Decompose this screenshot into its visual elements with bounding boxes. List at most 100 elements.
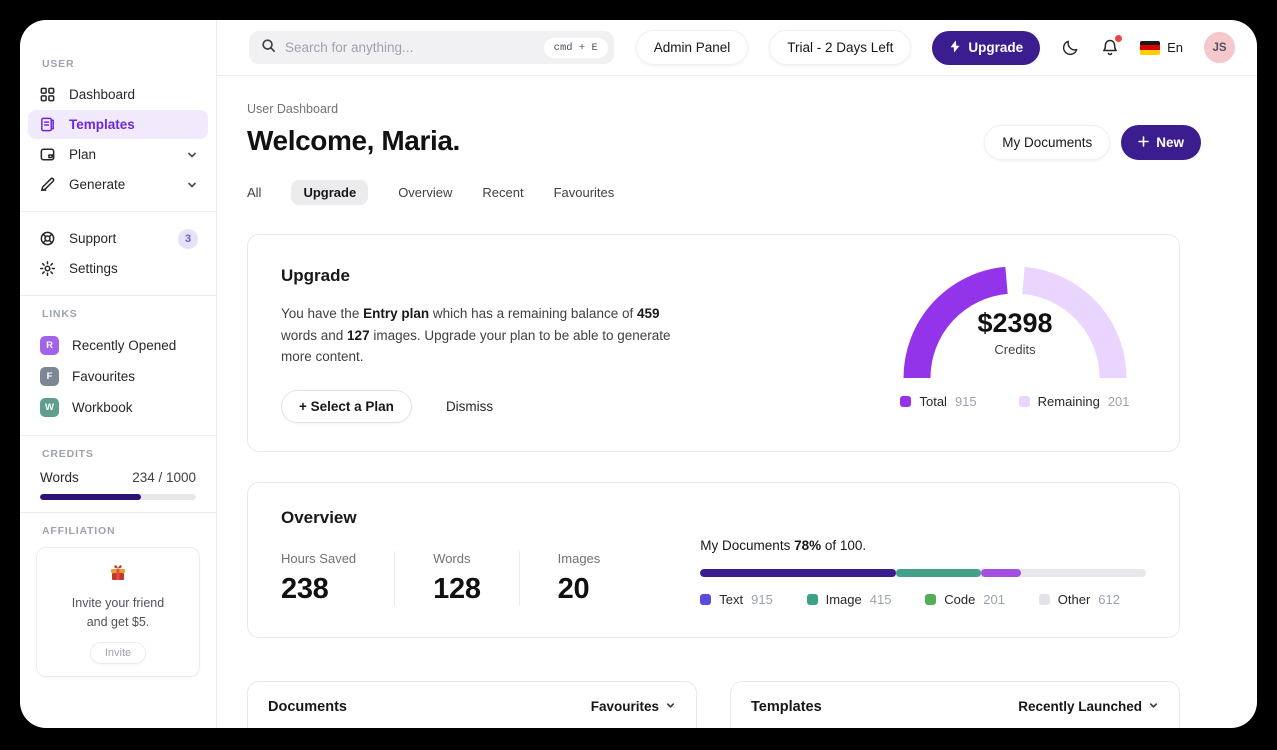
- tab-recent[interactable]: Recent: [482, 185, 523, 200]
- wallet-icon: [38, 146, 56, 164]
- legend-item-other: Other 612: [1038, 592, 1120, 607]
- new-button[interactable]: New: [1121, 125, 1201, 160]
- sidebar-item-settings[interactable]: Settings: [28, 254, 208, 283]
- legend-item-text: Text 915: [700, 592, 773, 607]
- app-window: USER Dashboard Templates Plan Generate S…: [20, 20, 1257, 728]
- chevron-down-icon: [665, 699, 676, 714]
- user-avatar[interactable]: JS: [1204, 32, 1235, 63]
- gauge-legend: Total 915 Remaining 201: [900, 394, 1130, 409]
- chevron-down-icon: [1148, 699, 1159, 714]
- bottom-row: Documents Favourites Untitled Document i…: [247, 680, 1180, 728]
- overview-row: Hours Saved 238 Words 128 Images 20 My D…: [281, 538, 1146, 607]
- dark-mode-moon-icon[interactable]: [1061, 38, 1080, 57]
- gear-icon: [38, 260, 56, 278]
- legend-item-remaining: Remaining 201: [1018, 394, 1130, 409]
- topbar-right: Admin Panel Trial - 2 Days Left Upgrade …: [635, 30, 1235, 65]
- sidebar-section-credits: CREDITS: [42, 448, 94, 460]
- credits-label: Words: [40, 470, 79, 485]
- sidebar-item-generate[interactable]: Generate: [28, 170, 208, 199]
- pencil-icon: [38, 176, 56, 194]
- legend-swatch: [806, 593, 818, 605]
- gauge-value: $2398: [977, 308, 1053, 338]
- link-initial-badge: F: [40, 367, 59, 386]
- stat-hours-saved: Hours Saved 238: [281, 550, 357, 605]
- sidebar-item-plan[interactable]: Plan: [28, 140, 208, 169]
- affiliation-card: Invite your friend and get $5. Invite: [36, 547, 200, 677]
- sidebar-link-label: Workbook: [72, 400, 133, 415]
- documents-card-header: Documents Favourites: [248, 682, 696, 728]
- legend-swatch: [1018, 396, 1030, 407]
- credits-gauge: $2398 Credits Total 915 Remaining 201: [885, 266, 1145, 423]
- sidebar-section-affiliation: AFFILIATION: [42, 525, 116, 537]
- legend-swatch: [700, 593, 712, 605]
- sidebar-divider: [20, 435, 216, 436]
- grid-icon: [38, 86, 56, 104]
- overview-card-title: Overview: [281, 507, 357, 527]
- sidebar-item-label: Support: [69, 231, 117, 246]
- language-selector[interactable]: En: [1140, 40, 1183, 55]
- dismiss-button[interactable]: Dismiss: [446, 399, 493, 414]
- templates-filter-dropdown[interactable]: Recently Launched: [1018, 699, 1159, 714]
- notifications-bell-icon[interactable]: [1101, 35, 1123, 57]
- sidebar-link-workbook[interactable]: W Workbook: [32, 392, 204, 423]
- search-shortcut-badge: cmd + E: [543, 37, 608, 58]
- credits-value: 234 / 1000: [132, 470, 196, 485]
- legend-item-total: Total 915: [900, 394, 977, 409]
- legend-item-code: Code 201: [925, 592, 1005, 607]
- search-placeholder: Search for anything...: [285, 40, 414, 55]
- tab-upgrade[interactable]: Upgrade: [291, 180, 369, 205]
- documents-progress-title: My Documents 78% of 100.: [700, 537, 867, 553]
- sidebar-item-label: Plan: [69, 147, 97, 162]
- tab-favourites[interactable]: Favourites: [554, 185, 615, 200]
- my-documents-button[interactable]: My Documents: [984, 125, 1111, 160]
- upgrade-card-body: You have the Entry plan which has a rema…: [281, 306, 671, 365]
- sidebar: USER Dashboard Templates Plan Generate S…: [20, 20, 217, 728]
- affiliation-text: Invite your friend and get $5.: [71, 596, 165, 629]
- page-title: Welcome, Maria.: [247, 125, 460, 156]
- sidebar-item-label: Generate: [69, 177, 126, 192]
- tab-all[interactable]: All: [247, 185, 261, 200]
- search-input[interactable]: Search for anything... cmd + E: [249, 31, 614, 64]
- bar-segment-code: [981, 568, 1022, 577]
- sidebar-item-label: Settings: [69, 261, 118, 276]
- upgrade-card-left: Upgrade You have the Entry plan which ha…: [281, 266, 689, 423]
- documents-progress: My Documents 78% of 100. Text 915 Image …: [700, 538, 1146, 607]
- sidebar-item-templates[interactable]: Templates: [28, 110, 208, 139]
- gauge-label: Credits: [994, 342, 1036, 357]
- sidebar-link-recently-opened[interactable]: R Recently Opened: [32, 330, 204, 361]
- chevron-down-icon: [186, 149, 198, 161]
- header-row: Welcome, Maria. My Documents New: [247, 125, 1201, 160]
- notification-dot: [1115, 35, 1123, 42]
- dashboard-content: User Dashboard Welcome, Maria. My Docume…: [217, 76, 1257, 728]
- trial-badge[interactable]: Trial - 2 Days Left: [769, 30, 912, 65]
- main-area: Search for anything... cmd + E Admin Pan…: [217, 20, 1257, 728]
- lightning-icon: [949, 40, 961, 56]
- sidebar-item-support[interactable]: Support 3: [28, 224, 208, 253]
- templates-card-header: Templates Recently Launched: [731, 682, 1179, 728]
- breadcrumb: User Dashboard: [247, 102, 339, 116]
- stat-images: Images 20: [518, 550, 639, 606]
- half-donut-chart: $2398 Credits: [903, 266, 1127, 380]
- support-count-badge: 3: [178, 228, 198, 249]
- upgrade-button[interactable]: Upgrade: [932, 30, 1041, 65]
- invite-button[interactable]: Invite: [89, 641, 147, 664]
- language-label: En: [1167, 40, 1183, 55]
- link-initial-badge: W: [40, 398, 59, 417]
- templates-icon: [38, 116, 56, 134]
- stat-words: Words 128: [394, 550, 519, 606]
- legend-swatch: [900, 396, 912, 407]
- credits-progress-fill: [40, 494, 142, 500]
- sidebar-item-label: Dashboard: [69, 87, 136, 102]
- documents-card-title: Documents: [268, 698, 347, 715]
- legend-swatch: [1038, 593, 1050, 605]
- select-plan-button[interactable]: + Select a Plan: [281, 389, 412, 423]
- tab-overview[interactable]: Overview: [398, 185, 452, 200]
- documents-filter-dropdown[interactable]: Favourites: [591, 699, 676, 714]
- sidebar-item-dashboard[interactable]: Dashboard: [28, 80, 208, 109]
- lifebuoy-icon: [38, 230, 56, 248]
- sidebar-link-favourites[interactable]: F Favourites: [32, 361, 204, 392]
- admin-panel-button[interactable]: Admin Panel: [635, 30, 749, 65]
- sidebar-item-label: Templates: [69, 117, 135, 132]
- link-initial-badge: R: [40, 336, 59, 355]
- german-flag-icon: [1140, 40, 1161, 55]
